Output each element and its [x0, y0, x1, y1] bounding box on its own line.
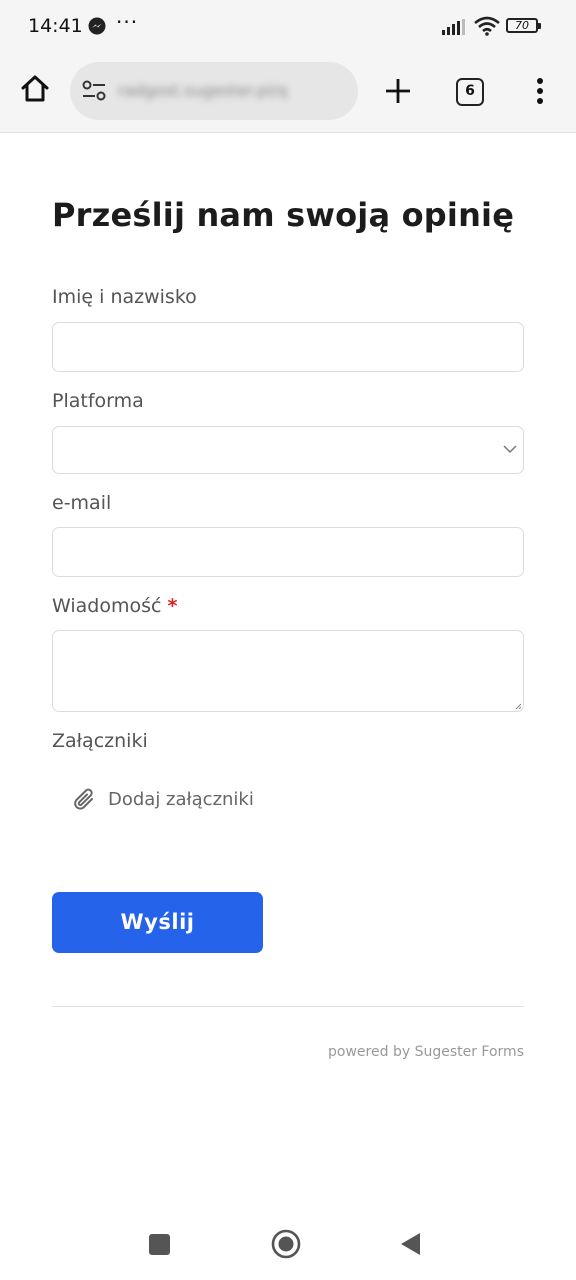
powered-by-link[interactable]: powered by Sugester Forms [328, 1044, 524, 1060]
plus-icon[interactable] [382, 75, 414, 107]
message-label: Wiadomość * [52, 595, 177, 617]
email-label: e-mail [52, 492, 112, 514]
attachments-label: Załączniki [52, 730, 148, 752]
more-vert-icon[interactable] [530, 76, 550, 106]
message-textarea[interactable] [52, 630, 524, 712]
divider [52, 1006, 524, 1007]
messenger-icon [88, 17, 106, 35]
site-settings-icon[interactable] [82, 80, 106, 102]
platform-select[interactable] [52, 426, 524, 474]
name-input[interactable] [52, 322, 524, 372]
chevron-down-icon [503, 445, 517, 454]
back-button[interactable] [398, 1231, 422, 1257]
browser-toolbar: radgost.sugester.pl/q 6 [0, 54, 576, 133]
address-bar[interactable]: radgost.sugester.pl/q [70, 62, 358, 120]
home-icon[interactable] [18, 72, 52, 106]
add-attachments-label: Dodaj załączniki [108, 789, 254, 810]
status-bar: 14:41 ··· 70 [0, 0, 576, 54]
paperclip-icon [74, 788, 93, 810]
resize-grip-icon[interactable] [515, 703, 521, 709]
status-more-icon: ··· [116, 10, 139, 34]
tab-switcher-button[interactable]: 6 [456, 78, 484, 106]
required-mark: * [167, 595, 178, 617]
signal-icon [442, 19, 465, 35]
message-label-text: Wiadomość [52, 595, 162, 617]
wifi-icon [474, 16, 500, 36]
name-label: Imię i nazwisko [52, 286, 197, 308]
home-button[interactable] [271, 1229, 301, 1259]
url-text: radgost.sugester.pl/q [118, 81, 288, 100]
email-input[interactable] [52, 527, 524, 577]
recents-button[interactable] [149, 1234, 170, 1255]
submit-button[interactable]: Wyślij [52, 892, 263, 953]
form-title: Prześlij nam swoją opinię [52, 196, 515, 234]
battery-indicator: 70 [506, 18, 541, 33]
status-time: 14:41 [28, 15, 83, 37]
platform-label: Platforma [52, 390, 144, 412]
